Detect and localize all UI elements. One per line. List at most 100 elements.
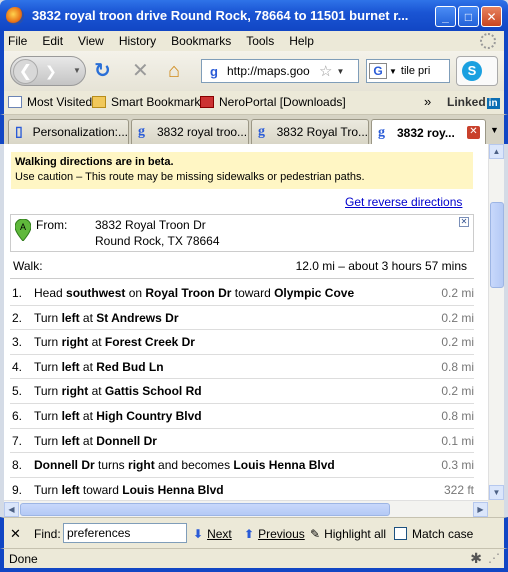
close-tab-button[interactable]: ✕ — [467, 126, 480, 139]
menu-view[interactable]: View — [78, 34, 104, 48]
addon-bug-icon[interactable]: ✱ — [470, 550, 482, 567]
menu-edit[interactable]: Edit — [42, 34, 63, 48]
scroll-up-button[interactable]: ▲ — [489, 144, 504, 159]
walk-label: Walk: — [13, 259, 43, 273]
history-dropdown-icon[interactable]: ▼ — [73, 66, 81, 75]
linkedin-bookmark[interactable]: Linked in — [447, 95, 500, 109]
url-dropdown-icon[interactable]: ▼ — [336, 67, 344, 76]
reload-button[interactable]: ↻ — [94, 61, 111, 81]
list-all-tabs-button[interactable]: ▼ — [490, 125, 499, 135]
step-text: Turn left toward Louis Henna Blvd — [34, 483, 224, 497]
from-address-line2: Round Rock, TX 78664 — [95, 234, 220, 248]
step-emphasis: Louis Henna Blvd — [233, 458, 335, 473]
step-fragment: at — [88, 335, 105, 350]
tab-royal-troon-1[interactable]: g 3832 royal troo... — [131, 119, 249, 144]
back-button[interactable]: ❮ — [13, 59, 38, 84]
reverse-directions-link[interactable]: Get reverse directions — [345, 195, 462, 209]
vertical-scrollbar[interactable]: ▲ ▼ — [488, 144, 504, 500]
direction-step[interactable]: 2. Turn left at St Andrews Dr 0.2 mi — [10, 306, 474, 331]
bookmark-star-icon[interactable]: ☆ — [319, 62, 332, 80]
step-number: 3. — [12, 335, 23, 350]
step-distance: 0.2 mi — [441, 286, 474, 300]
tab-royal-troon-2[interactable]: g 3832 Royal Tro... — [251, 119, 369, 144]
step-number: 7. — [12, 433, 23, 448]
stop-button[interactable]: ✕ — [132, 61, 149, 81]
highlight-all-button[interactable]: ✎ Highlight all — [310, 527, 386, 541]
direction-step[interactable]: 1. Head southwest on Royal Troon Dr towar… — [10, 281, 474, 306]
step-text: Turn left at Donnell Dr — [34, 434, 157, 448]
tab-personalization[interactable]: ▯ Personalization:... — [8, 119, 129, 144]
horizontal-scrollbar[interactable]: ◀ ▶ — [4, 500, 488, 517]
search-text[interactable]: tile pri — [401, 65, 439, 77]
tab-bar: ▯ Personalization:... g 3832 royal troo.… — [0, 115, 508, 145]
forward-button[interactable]: ❯ — [45, 63, 57, 80]
google-favicon-icon: g — [258, 124, 265, 139]
vertical-scroll-thumb[interactable] — [490, 202, 504, 288]
bookmark-most-visited[interactable]: Most Visited — [8, 95, 92, 109]
url-text[interactable]: http://maps.goo — [227, 64, 315, 78]
linkedin-logo-icon: in — [486, 98, 500, 109]
resize-grip-icon[interactable]: ⋰ — [488, 551, 500, 565]
search-bar[interactable]: G ▼ tile pri — [366, 59, 450, 83]
navigation-toolbar: ❮ ❯ ▼ ↻ ✕ ⌂ g http://maps.goo ☆ ▼ G ▼ ti… — [0, 51, 508, 91]
status-bar: Done ✱ ⋰ — [0, 548, 508, 572]
bookmark-label: NeroPortal [Downloads] — [219, 95, 346, 109]
scroll-left-button[interactable]: ◀ — [4, 502, 19, 517]
close-window-button[interactable]: ✕ — [481, 6, 502, 27]
url-bar[interactable]: g http://maps.goo ☆ ▼ — [201, 59, 359, 83]
menu-tools[interactable]: Tools — [246, 34, 274, 48]
direction-step[interactable]: 6. Turn left at High Country Blvd 0.8 mi — [10, 404, 474, 429]
step-emphasis: left — [61, 359, 80, 374]
checkbox-icon[interactable] — [394, 527, 407, 540]
find-next-button[interactable]: ⬇ Next — [193, 527, 232, 541]
match-case-checkbox[interactable]: Match case — [394, 527, 473, 541]
step-emphasis: left — [61, 482, 80, 497]
step-fragment: Turn — [34, 335, 62, 350]
menu-file[interactable]: File — [8, 34, 27, 48]
scroll-down-button[interactable]: ▼ — [489, 485, 504, 500]
beta-title: Walking directions are in beta. — [15, 156, 174, 168]
home-button[interactable]: ⌂ — [168, 61, 180, 81]
tab-royal-troon-active[interactable]: g 3832 roy... ✕ — [371, 119, 486, 145]
bookmark-label: Smart Bookmarks — [111, 95, 207, 109]
find-label: Find: — [34, 527, 61, 541]
menu-history[interactable]: History — [119, 34, 156, 48]
direction-step[interactable]: 5. Turn right at Gattis School Rd 0.2 mi — [10, 379, 474, 404]
find-previous-button[interactable]: ⬆ Previous — [244, 527, 305, 541]
bookmark-neroportal[interactable]: NeroPortal [Downloads] — [200, 95, 346, 109]
direction-step[interactable]: 9. Turn left toward Louis Henna Blvd 322 f… — [10, 478, 474, 500]
bookmarks-overflow-button[interactable]: » — [424, 94, 431, 109]
direction-step[interactable]: 8. Donnell Dr turns right and becomes Lou… — [10, 453, 474, 478]
direction-step[interactable]: 7. Turn left at Donnell Dr 0.1 mi — [10, 429, 474, 454]
step-emphasis: left — [61, 433, 80, 448]
step-emphasis: right — [61, 384, 89, 399]
step-fragment: at — [88, 384, 105, 399]
google-favicon-icon: g — [378, 124, 385, 140]
scroll-right-button[interactable]: ▶ — [473, 502, 488, 517]
beta-note: Use caution – This route may be missing … — [15, 171, 365, 183]
find-input[interactable]: preferences — [63, 523, 187, 543]
menu-help[interactable]: Help — [289, 34, 314, 48]
skype-button[interactable]: S — [456, 56, 498, 86]
bookmark-smart-bookmarks[interactable]: Smart Bookmarks — [92, 95, 206, 109]
minimize-button[interactable]: _ — [435, 6, 456, 27]
search-engine-icon[interactable]: G — [369, 63, 387, 79]
step-emphasis: right — [128, 458, 155, 473]
step-fragment: Turn — [34, 482, 62, 497]
step-distance: 0.2 mi — [441, 384, 474, 399]
direction-step[interactable]: 4. Turn left at Red Bud Ln 0.8 mi — [10, 355, 474, 380]
tab-label: Personalization:... — [32, 125, 128, 139]
step-text: Donnell Dr turns right and becomes Louis… — [34, 458, 335, 472]
direction-step[interactable]: 3. Turn right at Forest Creek Dr 0.2 mi — [10, 330, 474, 355]
step-fragment: Turn — [34, 433, 62, 448]
step-fragment: Head — [34, 286, 67, 300]
menu-bookmarks[interactable]: Bookmarks — [171, 34, 231, 48]
window-title: 3832 royal troon drive Round Rock, 78664… — [32, 8, 409, 23]
maximize-button[interactable]: □ — [458, 6, 479, 27]
remove-waypoint-button[interactable]: ✕ — [459, 217, 469, 227]
close-find-bar-button[interactable]: ✕ — [10, 526, 21, 542]
bookmark-label: Most Visited — [27, 95, 93, 109]
search-engine-dropdown-icon[interactable]: ▼ — [389, 67, 397, 76]
horizontal-scroll-thumb[interactable] — [20, 503, 390, 516]
step-fragment: and becomes — [154, 458, 234, 473]
